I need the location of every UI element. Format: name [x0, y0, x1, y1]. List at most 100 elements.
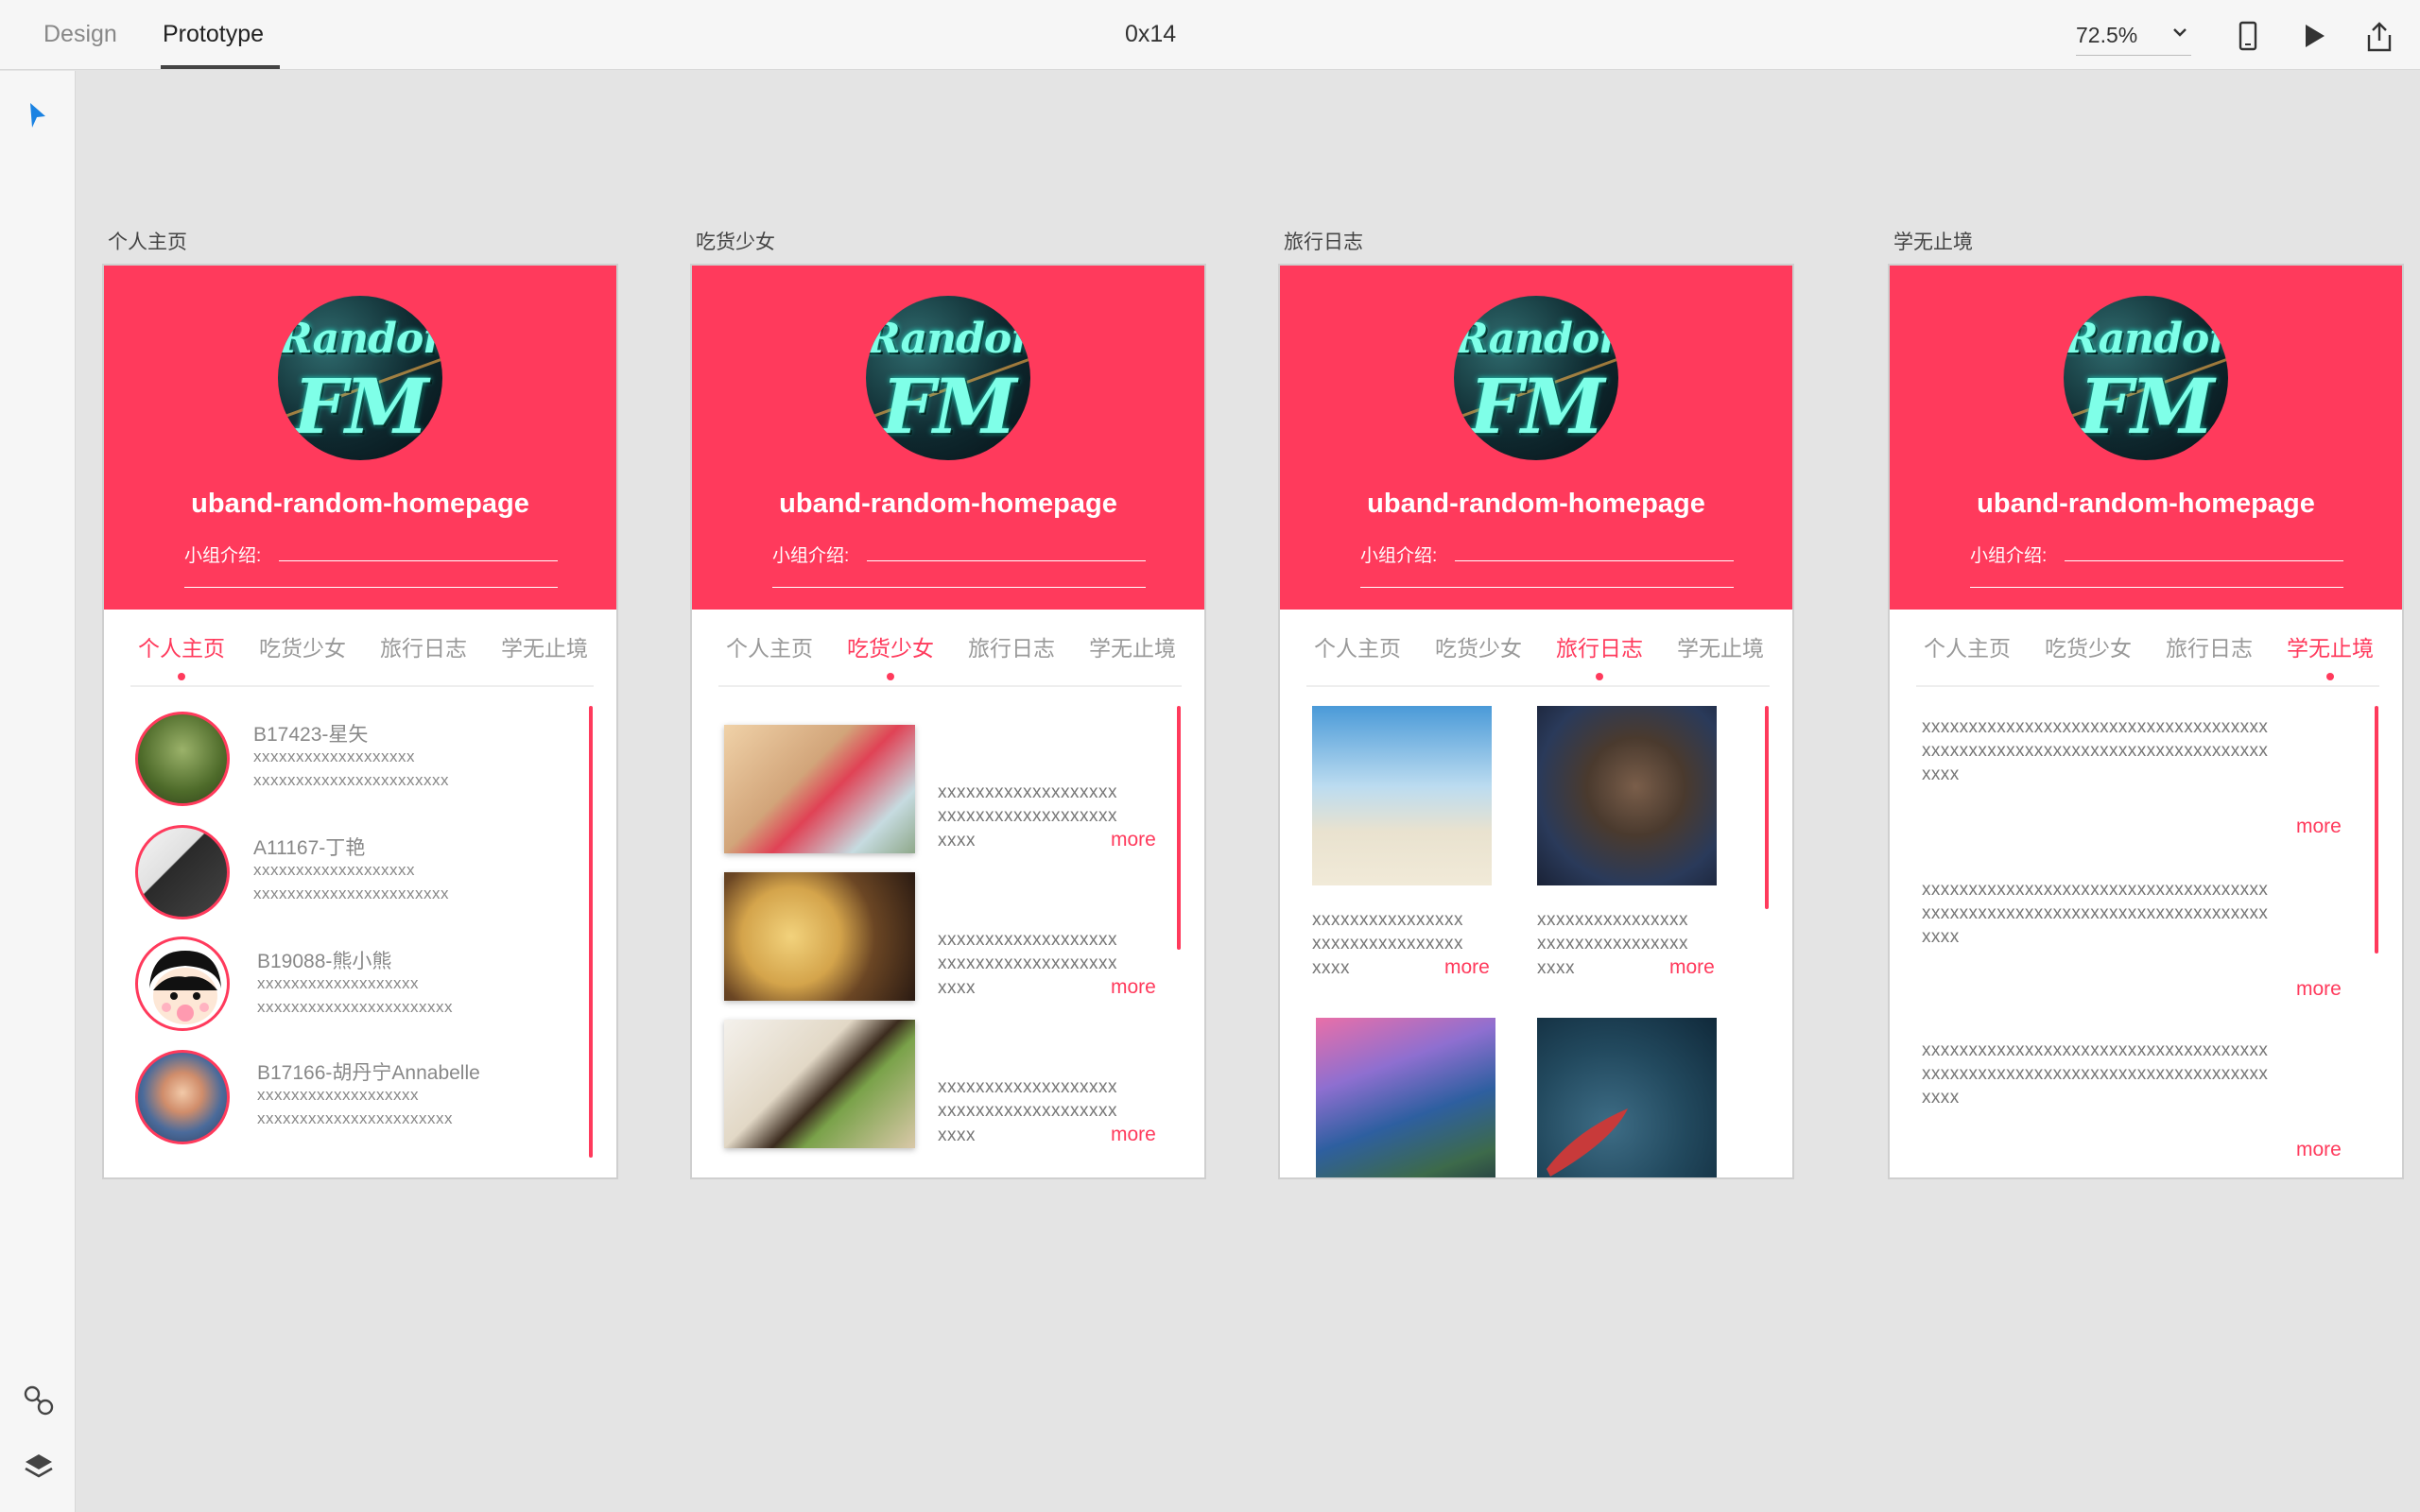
- artboard-study[interactable]: Random FM uband-random-homepage 小组介绍: 个人…: [1888, 264, 2404, 1179]
- cursor-arrow-icon[interactable]: [23, 99, 51, 131]
- divider: [718, 685, 1182, 687]
- artboard-travel[interactable]: Random FM uband-random-homepage 小组介绍: 个人…: [1278, 264, 1794, 1179]
- artboard-foodie[interactable]: Random FM uband-random-homepage 小组介绍: 个人…: [690, 264, 1206, 1179]
- food-photo[interactable]: [724, 1020, 915, 1148]
- phone-icon[interactable]: [2235, 21, 2261, 51]
- more-link[interactable]: more: [1111, 829, 1156, 851]
- scrollbar[interactable]: [589, 706, 593, 1158]
- share-icon[interactable]: [2363, 21, 2395, 53]
- artboard-label[interactable]: 吃货少女: [696, 227, 775, 255]
- study-text: xxxxxxxxxxxxxxxxxxxxxxxxxxxxxxxxxxxxx: [1922, 880, 2269, 900]
- divider: [1306, 685, 1770, 687]
- top-toolbar: Design Prototype 0x14 72.5%: [0, 0, 2420, 70]
- scrollbar[interactable]: [2375, 706, 2378, 954]
- intro-underline: [2065, 560, 2343, 561]
- more-link[interactable]: more: [2296, 978, 2342, 1001]
- active-tab-indicator: [161, 65, 280, 69]
- link-icon[interactable]: [23, 1384, 55, 1417]
- tab-study[interactable]: 学无止境: [2287, 630, 2374, 662]
- logo-text: FM: [293, 362, 428, 451]
- intro-underline: [279, 560, 558, 561]
- more-link[interactable]: more: [2296, 1139, 2342, 1161]
- food-text: xxxxxxxxxxxxxxxxxxx: [938, 806, 1117, 826]
- layers-icon[interactable]: [23, 1451, 55, 1483]
- intro-label: 小组介绍:: [772, 546, 850, 566]
- member-name: B17166-胡丹宁Annabelle: [257, 1062, 480, 1084]
- scrollbar[interactable]: [1177, 706, 1181, 950]
- canoe-icon: [1547, 1108, 1628, 1177]
- tab-personal[interactable]: 个人主页: [1314, 630, 1401, 662]
- tab-travel[interactable]: 旅行日志: [2166, 630, 2253, 662]
- scrollbar[interactable]: [1765, 706, 1769, 909]
- random-fm-logo: Random FM: [278, 296, 442, 460]
- food-text: xxxx: [938, 1125, 976, 1145]
- food-text: xxxxxxxxxxxxxxxxxxx: [938, 1077, 1117, 1097]
- more-link[interactable]: more: [1669, 956, 1715, 979]
- tab-foodie[interactable]: 吃货少女: [847, 630, 934, 662]
- avatar[interactable]: [135, 936, 230, 1031]
- more-link[interactable]: more: [1111, 976, 1156, 999]
- travel-text: xxxxxxxxxxxxxxxx: [1537, 910, 1688, 930]
- artboard-personal[interactable]: Random FM uband-random-homepage 小组介绍: 个人…: [102, 264, 618, 1179]
- food-text: xxxxxxxxxxxxxxxxxxx: [938, 930, 1117, 950]
- tab-foodie[interactable]: 吃货少女: [1435, 630, 1522, 662]
- tab-travel[interactable]: 旅行日志: [1556, 630, 1643, 662]
- member-name: A11167-丁艳: [253, 837, 366, 859]
- tab-study[interactable]: 学无止境: [501, 630, 588, 662]
- chevron-down-icon[interactable]: [2170, 23, 2189, 42]
- artboard-label[interactable]: 学无止境: [1893, 227, 1973, 255]
- intro-underline: [867, 560, 1146, 561]
- active-tab-dot: [887, 673, 894, 680]
- artboard-label[interactable]: 旅行日志: [1284, 227, 1363, 255]
- travel-photo[interactable]: [1537, 1018, 1717, 1177]
- member-text: xxxxxxxxxxxxxxxxxxx: [257, 974, 419, 992]
- page-title: uband-random-homepage: [191, 489, 529, 519]
- travel-text: xxxxxxxxxxxxxxxx: [1312, 934, 1463, 954]
- logo-text: FM: [2079, 362, 2214, 451]
- logo-text: Random: [1454, 315, 1618, 363]
- tab-travel[interactable]: 旅行日志: [380, 630, 467, 662]
- zoom-select[interactable]: 72.5%: [2076, 23, 2137, 48]
- zoom-underline: [2076, 55, 2191, 56]
- tab-personal[interactable]: 个人主页: [1924, 630, 2011, 662]
- travel-photo[interactable]: [1316, 1018, 1495, 1177]
- intro-underline: [1455, 560, 1734, 561]
- tab-foodie[interactable]: 吃货少女: [2045, 630, 2132, 662]
- logo-text: Random: [2064, 315, 2228, 363]
- cartoon-face-icon: [149, 951, 221, 1024]
- tab-study[interactable]: 学无止境: [1677, 630, 1764, 662]
- food-text: xxxxxxxxxxxxxxxxxxx: [938, 954, 1117, 973]
- tab-travel[interactable]: 旅行日志: [968, 630, 1055, 662]
- tab-prototype[interactable]: Prototype: [163, 21, 264, 48]
- travel-text: xxxxxxxxxxxxxxxx: [1312, 910, 1463, 930]
- avatar[interactable]: [135, 825, 230, 919]
- travel-text: xxxx: [1537, 958, 1575, 978]
- active-tab-dot: [1596, 673, 1603, 680]
- tab-design[interactable]: Design: [43, 21, 117, 48]
- page-title: uband-random-homepage: [1977, 489, 2315, 519]
- artboard-label[interactable]: 个人主页: [108, 227, 187, 255]
- travel-photo[interactable]: [1312, 706, 1492, 885]
- study-text: xxxx: [1922, 765, 1960, 784]
- more-link[interactable]: more: [2296, 816, 2342, 838]
- left-tool-rail: [0, 71, 76, 1512]
- avatar[interactable]: [135, 712, 230, 806]
- tab-study[interactable]: 学无止境: [1089, 630, 1176, 662]
- more-link[interactable]: more: [1111, 1124, 1156, 1146]
- intro-underline: [184, 587, 558, 588]
- travel-photo[interactable]: [1537, 706, 1717, 885]
- study-text: xxxx: [1922, 1088, 1960, 1108]
- food-photo[interactable]: [724, 872, 915, 1001]
- random-fm-logo: Random FM: [2064, 296, 2228, 460]
- food-text: xxxx: [938, 831, 976, 850]
- document-title: 0x14: [1125, 21, 1177, 47]
- tab-foodie[interactable]: 吃货少女: [259, 630, 346, 662]
- tab-personal[interactable]: 个人主页: [726, 630, 813, 662]
- page-title: uband-random-homepage: [779, 489, 1117, 519]
- intro-underline: [772, 587, 1146, 588]
- avatar[interactable]: [135, 1050, 230, 1144]
- play-icon[interactable]: [2301, 21, 2327, 51]
- more-link[interactable]: more: [1444, 956, 1490, 979]
- tab-personal[interactable]: 个人主页: [138, 630, 225, 662]
- food-photo[interactable]: [724, 725, 915, 853]
